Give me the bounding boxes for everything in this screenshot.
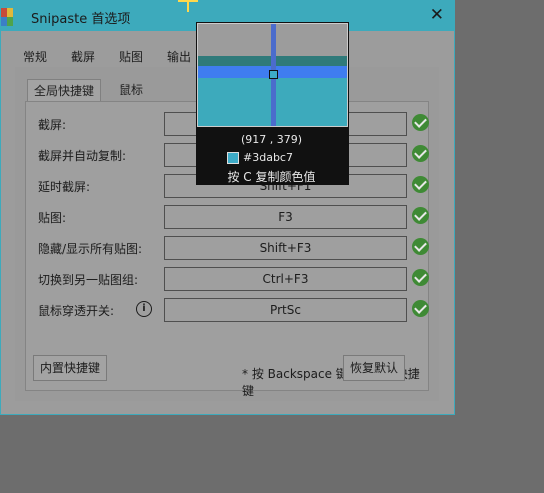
restore-defaults-button[interactable]: 恢复默认	[343, 355, 406, 381]
check-icon	[412, 114, 429, 131]
color-hex: #3dabc7	[243, 151, 293, 164]
zoom-center-pixel	[269, 70, 278, 79]
tab-output[interactable]: 输出	[167, 48, 191, 65]
check-icon	[412, 238, 429, 255]
shortcut-label: 隐藏/显示所有贴图:	[38, 242, 143, 256]
shortcut-label: 延时截屏:	[38, 180, 91, 194]
snipaste-logo-icon	[1, 8, 13, 26]
shortcut-row-switch-group: 切换到另一贴图组: Ctrl+F3	[26, 267, 430, 291]
copy-color-hint: 按 C 复制颜色值	[227, 170, 316, 184]
shortcut-row-mouse-through: 鼠标穿透开关: i PrtSc	[26, 298, 430, 322]
tab-general[interactable]: 常规	[23, 48, 47, 65]
shortcut-label: 贴图:	[38, 211, 67, 225]
shortcut-field[interactable]: F3	[164, 205, 407, 229]
shortcut-field[interactable]: PrtSc	[164, 298, 407, 322]
shortcut-field[interactable]: Ctrl+F3	[164, 267, 407, 291]
tab-capture[interactable]: 截屏	[71, 48, 95, 65]
shortcut-row-toggle-pastes: 隐藏/显示所有贴图: Shift+F3	[26, 236, 430, 260]
shortcut-label: 截屏并自动复制:	[38, 149, 127, 163]
subtab-mouse[interactable]: 鼠标	[113, 79, 149, 101]
check-icon	[412, 145, 429, 162]
magnifier-popup: (917 , 379) #3dabc7 按 C 复制颜色值	[196, 22, 349, 185]
shortcut-row-paste: 贴图: F3	[26, 205, 430, 229]
color-swatch	[227, 152, 239, 164]
magnifier-view	[197, 23, 348, 127]
info-icon[interactable]: i	[136, 301, 152, 317]
shortcut-label: 鼠标穿透开关:	[38, 304, 115, 318]
check-icon	[412, 207, 429, 224]
shortcut-field[interactable]: Shift+F3	[164, 236, 407, 260]
close-icon[interactable]: ✕	[430, 5, 444, 25]
subtab-global-hotkeys[interactable]: 全局快捷键	[27, 79, 102, 102]
check-icon	[412, 269, 429, 286]
shortcut-label: 切换到另一贴图组:	[38, 273, 139, 287]
window-title: Snipaste 首选项	[31, 12, 131, 27]
check-icon	[412, 176, 429, 193]
shortcut-label: 截屏:	[38, 118, 67, 132]
color-readout: #3dabc7	[227, 151, 293, 164]
crosshair-cursor-stem	[187, 0, 189, 12]
builtin-hotkeys-button[interactable]: 内置快捷键	[33, 355, 108, 381]
tab-paste[interactable]: 贴图	[119, 48, 143, 65]
cursor-coordinates: (917 , 379)	[240, 133, 303, 146]
check-icon	[412, 300, 429, 317]
